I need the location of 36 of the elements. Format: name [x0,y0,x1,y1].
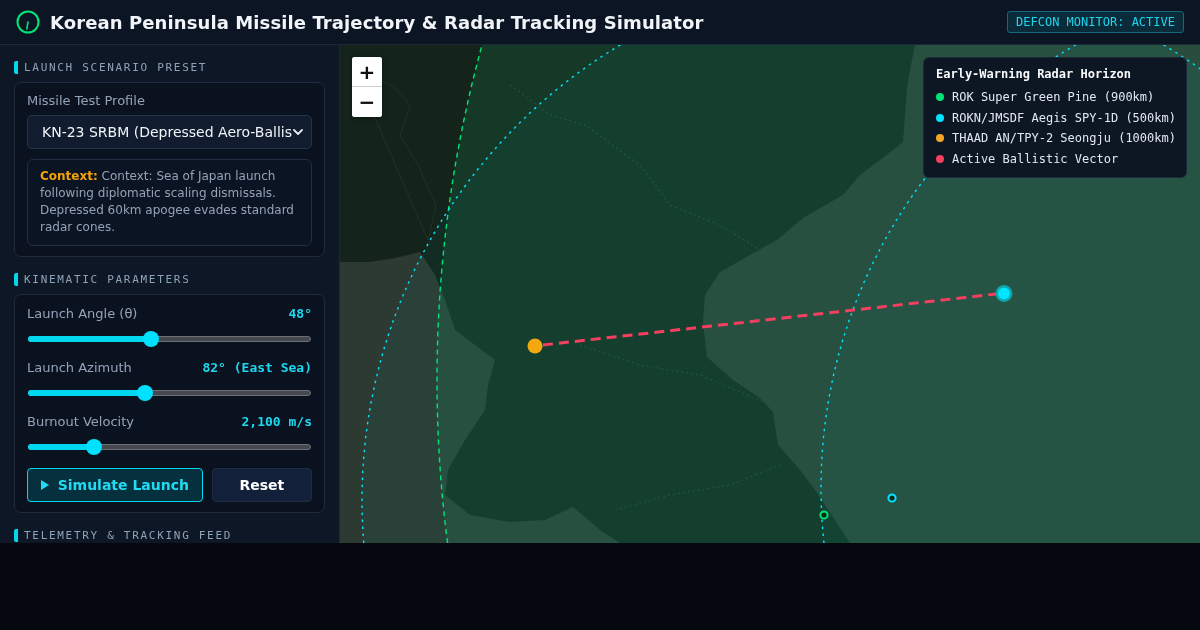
profile-select[interactable]: KN-23 SRBM (Depressed Aero-Ballis [27,115,312,149]
legend-label: THAAD AN/TPY-2 Seongju (1000km) [952,131,1176,146]
slider-track[interactable] [27,331,312,347]
radar-site-marker[interactable] [819,510,829,520]
field-label: Missile Test Profile [27,93,146,109]
missile-marker[interactable] [995,285,1013,302]
slider-thumb[interactable] [137,385,154,401]
slider-thumb[interactable] [142,331,159,347]
context-note: Context: Context: Sea of Japan launch following diplomatic scaling dismissals. Depressed 60km apogee evades standard radar cones. [27,159,312,246]
slider-label: Launch Azimuth [27,359,132,375]
app-title: Korean Peninsula Missile Trajectory & Radar Tracking Simulator [50,11,704,33]
radar-gauge-icon [16,10,40,34]
chevron-down-icon [293,129,303,135]
status-badge: DEFCON MONITOR: ACTIVE [1007,11,1184,33]
slider-track[interactable] [27,439,312,455]
slider-label: Launch Angle (θ) [27,305,138,321]
launch-site-marker[interactable] [527,338,543,354]
slider-value: 2,100 m/s [241,413,312,429]
slider-value: 82° (East Sea) [202,359,312,375]
play-icon [40,480,49,490]
radar-site-marker[interactable] [887,493,897,503]
legend-label: ROK Super Green Pine (900km) [952,90,1155,105]
legend-label: Active Ballistic Vector [952,151,1119,166]
slider-label: Burnout Velocity [27,413,134,429]
slider-track[interactable] [27,385,312,401]
legend-label: ROKN/JMSDF Aegis SPY-1D (500km) [952,110,1176,125]
legend-title: Early-Warning Radar Horizon [936,66,1133,82]
zoom-out-button[interactable]: − [352,87,382,117]
section-heading: LAUNCH SCENARIO PRESET [14,61,325,74]
section-heading: TELEMETRY & TRACKING FEED [14,529,325,542]
zoom-in-button[interactable]: + [352,57,382,87]
reset-button[interactable]: Reset [211,468,312,502]
launch-button[interactable]: Simulate Launch [27,468,203,502]
slider-value: 48° [288,305,312,321]
slider-thumb[interactable] [86,439,103,455]
section-heading: KINEMATIC PARAMETERS [14,273,325,286]
